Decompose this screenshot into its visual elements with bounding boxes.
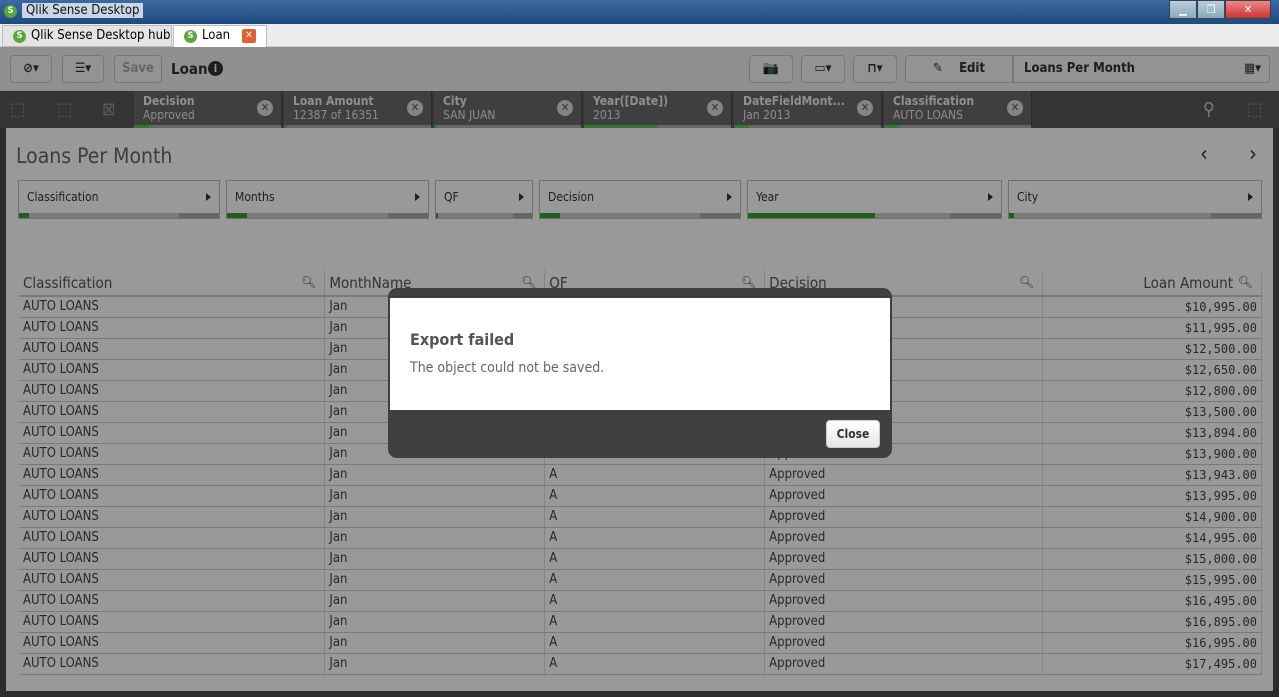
qlik-logo-icon: S [13, 30, 26, 43]
tab-bar: S Qlik Sense Desktop hub S Loan ✕ [0, 24, 1279, 47]
qlik-logo-icon: S [4, 5, 17, 18]
tab-hub[interactable]: S Qlik Sense Desktop hub [2, 25, 172, 47]
window-titlebar: S Qlik Sense Desktop ▁ ❐ ✕ [0, 0, 1279, 24]
close-window-button[interactable]: ✕ [1225, 0, 1271, 19]
dialog-title: Export failed [410, 330, 515, 349]
tab-loan[interactable]: S Loan ✕ [173, 25, 267, 47]
tab-label: Loan [202, 28, 231, 43]
close-button[interactable]: Close [826, 420, 880, 448]
minimize-button[interactable]: ▁ [1169, 0, 1197, 19]
qlik-logo-icon: S [184, 30, 197, 43]
restore-button[interactable]: ❐ [1197, 0, 1225, 19]
tab-label: Qlik Sense Desktop hub [31, 28, 171, 43]
export-failed-dialog: Export failed The object could not be sa… [388, 288, 892, 458]
window-title: Qlik Sense Desktop [22, 3, 144, 18]
tab-close-icon[interactable]: ✕ [242, 29, 256, 43]
dialog-message: The object could not be saved. [410, 360, 605, 376]
